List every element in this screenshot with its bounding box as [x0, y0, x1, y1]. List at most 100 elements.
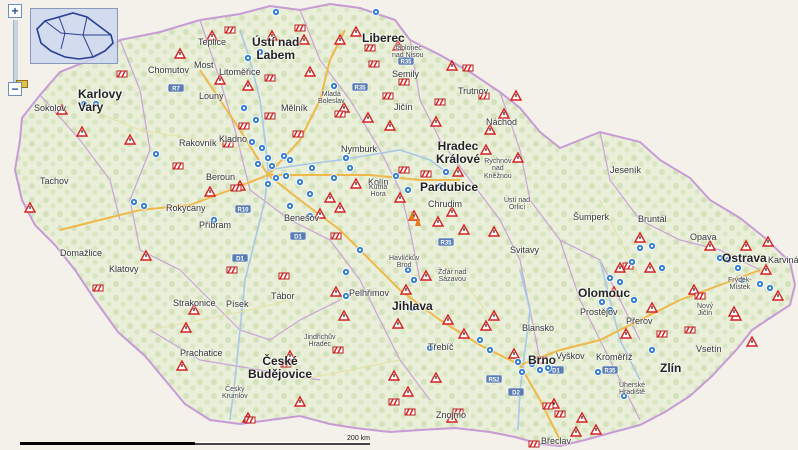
city-vsetin: Vsetín — [696, 344, 722, 354]
roadwork-icon[interactable] — [554, 410, 566, 418]
roadwork-icon[interactable] — [420, 170, 432, 178]
camera-point-icon[interactable] — [442, 168, 450, 176]
camera-point-icon[interactable] — [734, 264, 742, 272]
roadwork-icon[interactable] — [92, 284, 104, 292]
camera-point-icon[interactable] — [152, 150, 160, 158]
camera-point-icon[interactable] — [342, 154, 350, 162]
camera-point-icon[interactable] — [606, 274, 614, 282]
road-shield: D2 — [507, 387, 525, 397]
camera-point-icon[interactable] — [636, 244, 644, 252]
roadwork-icon[interactable] — [172, 162, 184, 170]
camera-point-icon[interactable] — [476, 336, 484, 344]
city-rokycany: Rokycany — [166, 203, 206, 213]
roadwork-icon[interactable] — [398, 166, 410, 174]
camera-point-icon[interactable] — [264, 154, 272, 162]
city-sokolov: Sokolov — [34, 103, 67, 113]
camera-point-icon[interactable] — [648, 346, 656, 354]
camera-point-icon[interactable] — [140, 202, 148, 210]
road-shield-label: R35 — [440, 241, 452, 247]
camera-point-icon[interactable] — [648, 242, 656, 250]
city-blansko: Blansko — [522, 323, 555, 333]
camera-point-icon[interactable] — [272, 8, 280, 16]
camera-point-icon[interactable] — [766, 284, 774, 292]
camera-point-icon[interactable] — [306, 190, 314, 198]
scale-label: 200 km — [347, 435, 370, 442]
roadwork-icon[interactable] — [330, 232, 342, 240]
camera-point-icon[interactable] — [244, 54, 252, 62]
roadwork-icon[interactable] — [398, 78, 410, 86]
camera-point-icon[interactable] — [756, 280, 764, 288]
camera-point-icon[interactable] — [308, 164, 316, 172]
roadwork-icon[interactable] — [382, 92, 394, 100]
camera-point-icon[interactable] — [410, 276, 418, 284]
overview-minimap[interactable] — [30, 8, 118, 64]
roadwork-icon[interactable] — [264, 74, 276, 82]
roadwork-icon[interactable] — [238, 122, 250, 130]
camera-point-icon[interactable] — [594, 368, 602, 376]
camera-point-icon[interactable] — [486, 346, 494, 354]
roadwork-icon[interactable] — [528, 440, 540, 448]
roadwork-icon[interactable] — [462, 64, 474, 72]
camera-point-icon[interactable] — [616, 278, 624, 286]
camera-point-icon[interactable] — [518, 368, 526, 376]
camera-point-icon[interactable] — [130, 198, 138, 206]
city-pardubice: Pardubice — [420, 180, 479, 194]
map-canvas[interactable]: R7 R10 R35 R35 D1 D1 R35 R52 D2 D1 R35 — [0, 0, 798, 450]
camera-point-icon[interactable] — [282, 172, 290, 180]
roadwork-icon[interactable] — [116, 70, 128, 78]
city-trebic: Třebíč — [428, 342, 454, 352]
camera-point-icon[interactable] — [392, 172, 400, 180]
roadwork-icon[interactable] — [656, 330, 668, 338]
camera-point-icon[interactable] — [252, 116, 260, 124]
camera-point-icon[interactable] — [346, 164, 354, 172]
roadwork-icon[interactable] — [294, 24, 306, 32]
roadwork-icon[interactable] — [244, 416, 256, 424]
camera-point-icon[interactable] — [372, 8, 380, 16]
roadwork-icon[interactable] — [230, 184, 242, 192]
camera-point-icon[interactable] — [286, 202, 294, 210]
roadwork-icon[interactable] — [226, 266, 238, 274]
road-shield-label: R52 — [488, 378, 500, 384]
zoom-out-button[interactable]: − — [8, 82, 22, 96]
camera-point-icon[interactable] — [268, 162, 276, 170]
roadwork-icon[interactable] — [278, 272, 290, 280]
camera-point-icon[interactable] — [404, 186, 412, 194]
camera-point-icon[interactable] — [248, 138, 256, 146]
roadwork-icon[interactable] — [364, 44, 376, 52]
camera-point-icon[interactable] — [330, 82, 338, 90]
zoom-in-button[interactable]: + — [8, 4, 22, 18]
city-chrudim: Chrudim — [428, 199, 463, 209]
camera-point-icon[interactable] — [240, 104, 248, 112]
camera-point-icon[interactable] — [330, 174, 338, 182]
roadwork-icon[interactable] — [388, 398, 400, 406]
city-jihlava: Jihlava — [392, 299, 433, 313]
camera-point-icon[interactable] — [296, 178, 304, 186]
camera-point-icon[interactable] — [658, 264, 666, 272]
camera-point-icon[interactable] — [630, 296, 638, 304]
zoom-slider-track[interactable] — [13, 20, 28, 88]
roadwork-icon[interactable] — [264, 112, 276, 120]
city-prostejov: Prostějov — [580, 307, 618, 317]
roadwork-icon[interactable] — [434, 98, 446, 106]
camera-point-icon[interactable] — [272, 174, 280, 182]
roadwork-icon[interactable] — [292, 130, 304, 138]
city-zdar-nad-sazavou: Žďár nad Sázavou — [438, 269, 467, 284]
camera-point-icon[interactable] — [342, 268, 350, 276]
roadwork-icon[interactable] — [542, 402, 554, 410]
city-vyskov: Vyškov — [556, 351, 585, 361]
camera-point-icon[interactable] — [286, 156, 294, 164]
city-jindrichuv-hradec: Jindřichův Hradec — [304, 334, 336, 349]
roadwork-icon[interactable] — [694, 292, 706, 300]
camera-point-icon[interactable] — [536, 366, 544, 374]
roadwork-icon[interactable] — [684, 326, 696, 334]
camera-point-icon[interactable] — [264, 180, 272, 188]
camera-point-icon[interactable] — [254, 160, 262, 168]
roadwork-icon[interactable] — [368, 60, 380, 68]
camera-point-icon[interactable] — [356, 246, 364, 254]
roadwork-icon[interactable] — [404, 408, 416, 416]
roadwork-icon[interactable] — [334, 110, 346, 118]
camera-point-icon[interactable] — [258, 144, 266, 152]
roadwork-icon[interactable] — [224, 26, 236, 34]
camera-point-icon[interactable] — [628, 258, 636, 266]
camera-point-icon[interactable] — [514, 358, 522, 366]
